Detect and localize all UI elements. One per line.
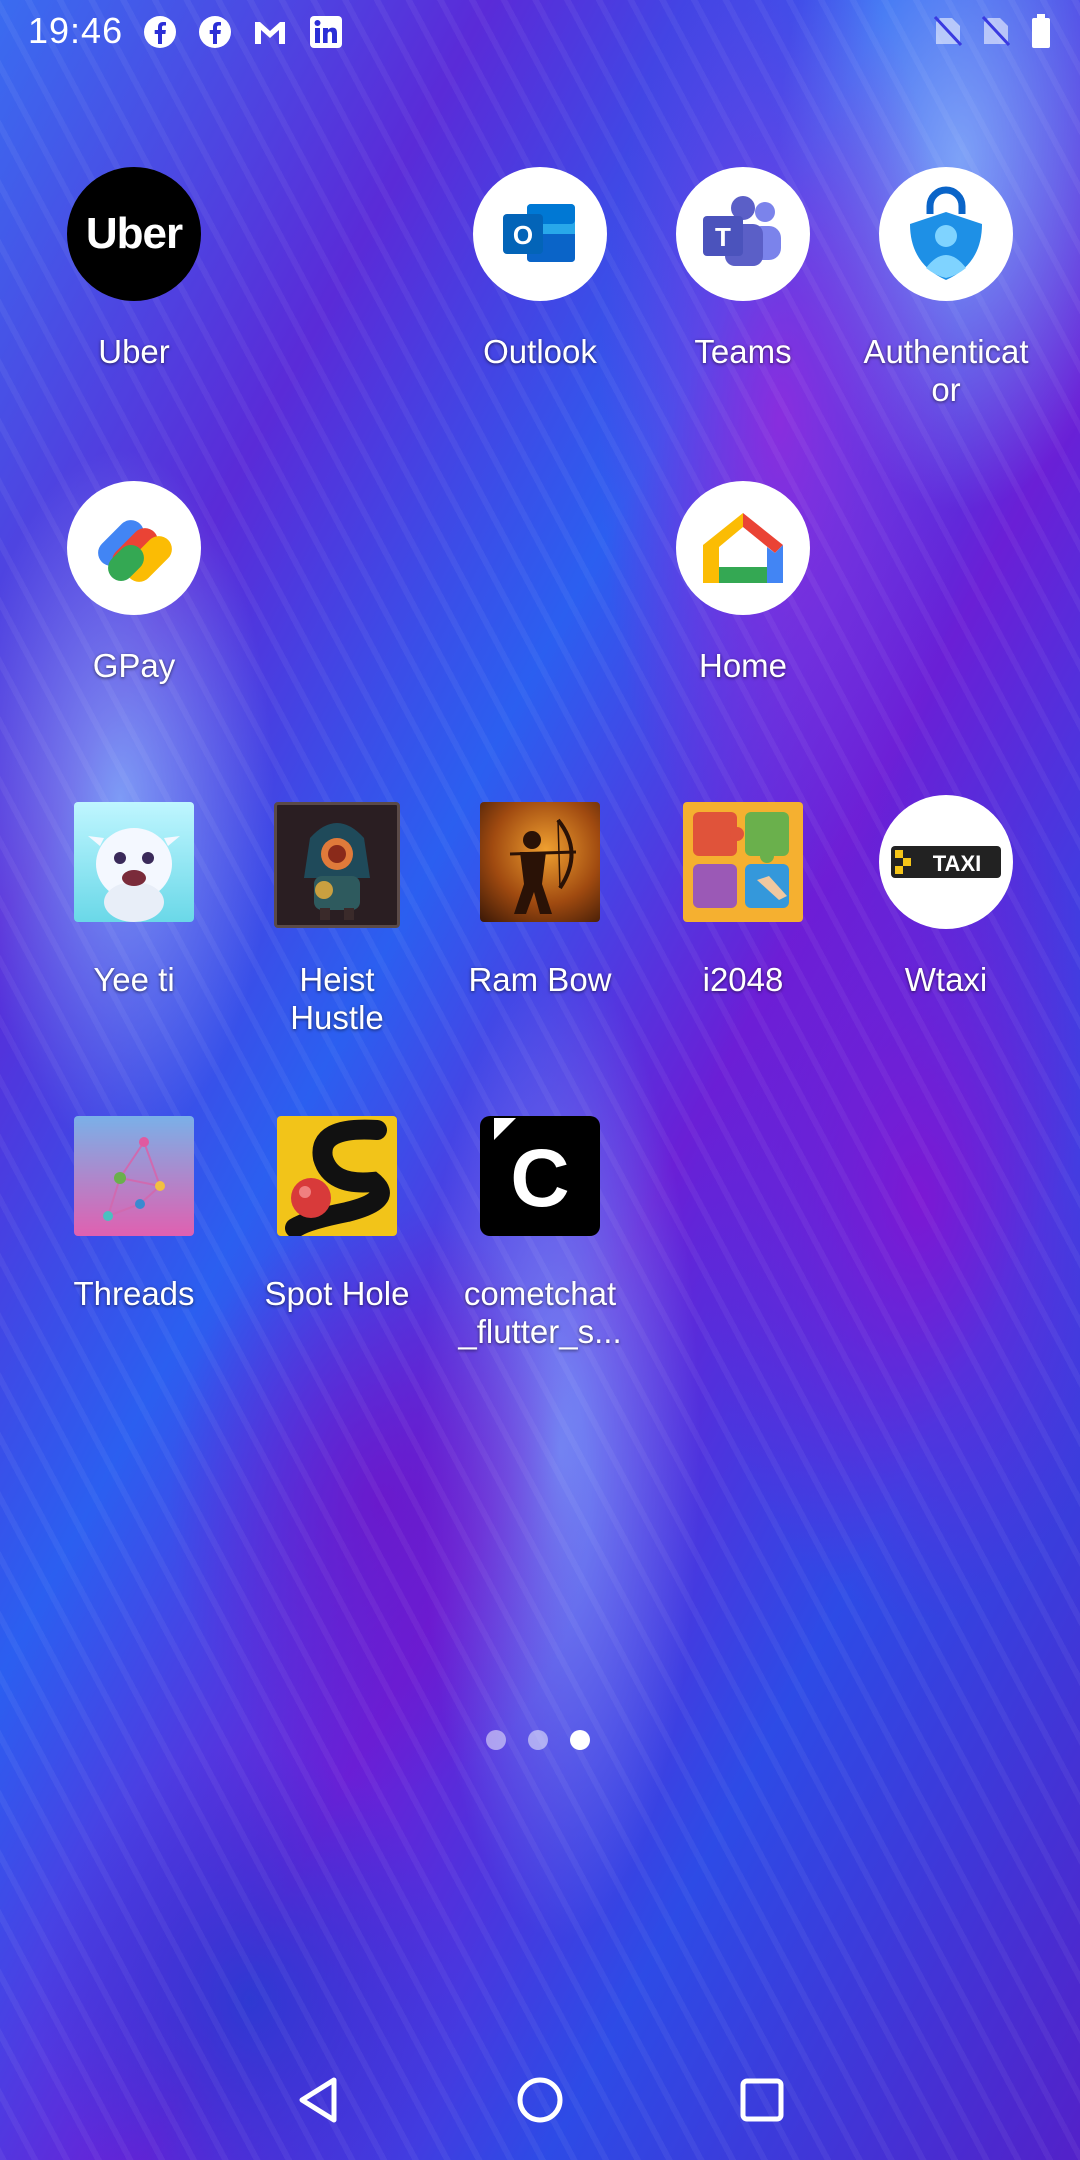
recents-icon[interactable]	[732, 2070, 792, 2130]
uber-icon: Uber	[67, 167, 201, 301]
gmail-icon	[255, 22, 285, 44]
ram-bow-icon	[480, 802, 600, 922]
wtaxi-icon: TAXI	[879, 795, 1013, 929]
cometchat-icon: C	[480, 1116, 600, 1236]
svg-text:C: C	[510, 1133, 569, 1224]
app-label: Uber	[98, 333, 170, 370]
app-label: Heist Hustle	[290, 961, 384, 1036]
status-bar: 19:46	[0, 0, 1080, 64]
page-dot[interactable]	[528, 1730, 548, 1750]
wallpaper	[0, 0, 1080, 2160]
svg-text:TAXI: TAXI	[933, 851, 981, 876]
spot-hole-icon	[277, 1116, 397, 1236]
page-dot[interactable]	[486, 1730, 506, 1750]
heist-hustle-icon	[274, 802, 400, 928]
app-label: i2048	[702, 961, 784, 998]
page-indicator	[486, 1728, 596, 1752]
facebook-icon	[199, 16, 231, 48]
home-icon[interactable]	[510, 2070, 570, 2130]
linkedin-icon	[310, 16, 342, 48]
navigation-bar	[0, 2040, 1080, 2160]
yeeti-icon	[74, 802, 194, 922]
no-sim-icon	[934, 16, 962, 46]
battery-icon	[1032, 14, 1050, 48]
app-label: GPay	[92, 647, 176, 684]
threads-icon	[74, 1116, 194, 1236]
app-label: Threads	[73, 1275, 195, 1312]
svg-text:T: T	[715, 222, 731, 252]
app-label: Authenticat or	[863, 333, 1029, 408]
gpay-icon	[67, 481, 201, 615]
app-label: Home	[698, 647, 788, 684]
facebook-icon	[144, 16, 176, 48]
teams-icon: T	[676, 167, 810, 301]
app-label: Wtaxi	[904, 961, 988, 998]
app-label: Teams	[694, 333, 792, 370]
google-home-icon	[676, 481, 810, 615]
app-label: Outlook	[483, 333, 597, 370]
outlook-icon: O	[473, 167, 607, 301]
app-label: Ram Bow	[468, 961, 612, 998]
i2048-icon	[683, 802, 803, 922]
app-label: Yee ti	[93, 961, 175, 998]
clock: 19:46	[28, 10, 124, 51]
back-icon[interactable]	[290, 2070, 350, 2130]
app-label: Spot Hole	[264, 1275, 410, 1312]
authenticator-icon	[879, 167, 1013, 301]
app-label: cometchat _flutter_s...	[458, 1275, 622, 1350]
no-sim-icon	[982, 16, 1010, 46]
page-dot-active[interactable]	[570, 1730, 590, 1750]
svg-text:O: O	[513, 220, 533, 250]
